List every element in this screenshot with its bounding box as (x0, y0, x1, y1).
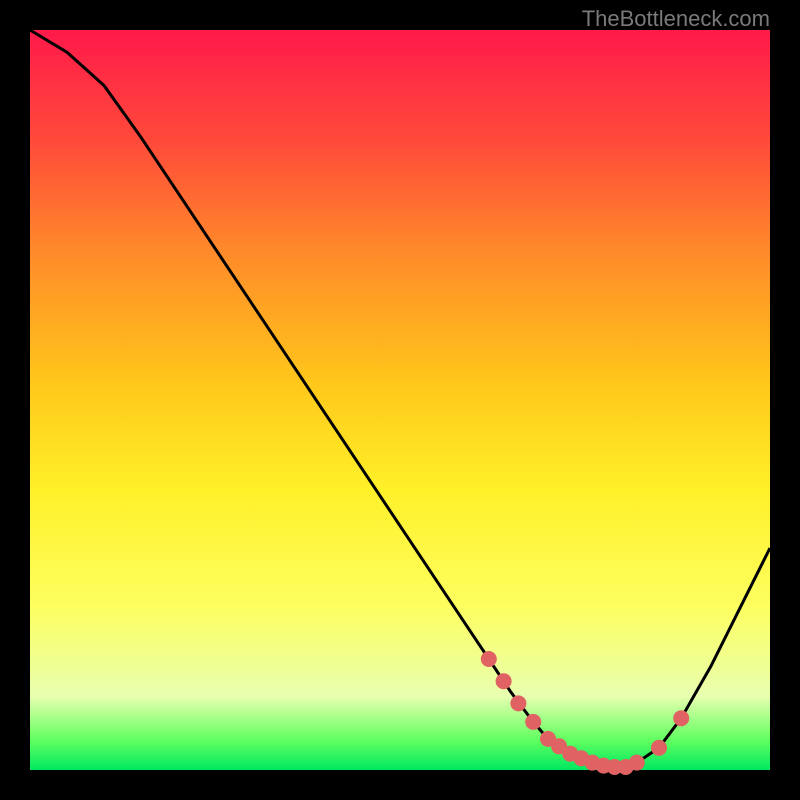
marker-dot (525, 714, 541, 730)
marker-dot (481, 651, 497, 667)
marker-dot (673, 710, 689, 726)
chart-container: TheBottleneck.com (0, 0, 800, 800)
marker-group (481, 651, 689, 775)
marker-dot (651, 740, 667, 756)
marker-dot (510, 695, 526, 711)
marker-dot (629, 755, 645, 771)
watermark-text: TheBottleneck.com (582, 6, 770, 32)
plot-area (30, 30, 770, 770)
marker-dot (496, 673, 512, 689)
main-curve (30, 30, 770, 768)
curve-svg (30, 30, 770, 770)
